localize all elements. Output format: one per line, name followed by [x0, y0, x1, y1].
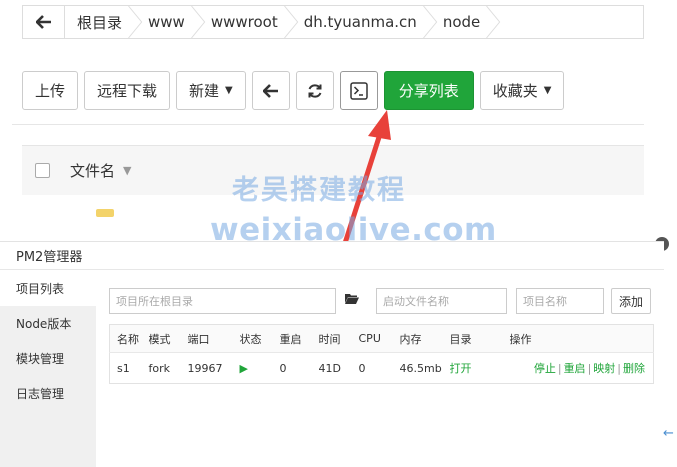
project-root-input[interactable]: [109, 288, 336, 314]
select-all-checkbox[interactable]: [35, 163, 50, 178]
col-restart: 重启: [279, 324, 319, 353]
cell-mode: fork: [148, 361, 171, 375]
separator: |: [617, 362, 621, 375]
sidebar-item-modules[interactable]: 模块管理: [0, 341, 96, 376]
arrow-left-icon: [35, 15, 51, 29]
separator: |: [557, 362, 562, 375]
col-time: 时间: [318, 324, 359, 353]
breadcrumb-item-root[interactable]: 根目录: [65, 6, 143, 38]
caret-down-icon: ▼: [225, 85, 233, 96]
remote-download-button[interactable]: 远程下载: [84, 71, 171, 110]
col-name: 名称: [109, 324, 149, 353]
pm2-manager-dialog: PM2管理器 项目列表 Node版本 模块管理 日志管理 添加 名称 模式 端口…: [0, 241, 664, 467]
arrow-left-icon: [262, 83, 278, 98]
delete-link[interactable]: 删除: [623, 362, 645, 375]
sidebar-item-node-version[interactable]: Node版本: [0, 306, 96, 341]
breadcrumb: 根目录 www wwwroot dh.tyuanma.cn node: [22, 5, 644, 39]
cell-port: 19967: [187, 361, 223, 375]
col-status: 状态: [239, 324, 280, 353]
breadcrumb-item-site[interactable]: dh.tyuanma.cn: [292, 6, 438, 38]
refresh-icon: [308, 83, 322, 98]
folder-open-icon[interactable]: [345, 293, 359, 304]
map-link[interactable]: 映射: [593, 362, 615, 375]
breadcrumb-item-node[interactable]: node: [431, 6, 501, 38]
new-button-label: 新建: [189, 82, 220, 100]
table-row: s1 fork 19967 ▶ 0 41D 0 46.5mb 打开 停止 | 重启 |…: [110, 353, 654, 384]
sort-icon[interactable]: ▼: [123, 164, 131, 177]
folder-icon: [96, 209, 114, 217]
project-table: 名称 模式 端口 状态 重启 时间 CPU 内存 目录 操作 s1 fork 1…: [109, 324, 654, 384]
col-port: 端口: [187, 324, 240, 353]
cell-time: 41D: [318, 361, 341, 375]
col-cpu: CPU: [358, 324, 400, 353]
back-button[interactable]: [251, 71, 290, 110]
col-memory: 内存: [399, 324, 450, 353]
col-dir: 目录: [449, 324, 510, 353]
filename-column-header[interactable]: 文件名: [70, 160, 115, 181]
separator: |: [587, 362, 592, 375]
cell-name: s1: [117, 361, 130, 375]
caret-down-icon: ▼: [543, 85, 552, 96]
col-actions: 操作: [509, 324, 654, 353]
new-button[interactable]: 新建 ▼: [176, 71, 246, 110]
stop-link[interactable]: 停止: [534, 362, 556, 375]
file-toolbar: 上传 远程下载 新建 ▼ 分享列表 收藏夹 ▼: [22, 71, 565, 110]
cell-status: ▶: [240, 353, 280, 384]
dialog-title: PM2管理器: [0, 242, 664, 270]
cell-actions: 停止 | 重启 | 映射 | 删除: [510, 353, 654, 384]
arrow-left-icon[interactable]: ←: [663, 426, 674, 441]
table-header-row: 名称 模式 端口 状态 重启 时间 CPU 内存 目录 操作: [109, 324, 654, 353]
cell-restart: 0: [279, 361, 287, 375]
sidebar-item-logs[interactable]: 日志管理: [0, 376, 96, 411]
startup-file-input[interactable]: [376, 288, 507, 314]
play-icon: ▶: [239, 361, 248, 375]
upload-button[interactable]: 上传: [22, 71, 79, 110]
pm2-sidebar: 项目列表 Node版本 模块管理 日志管理: [0, 271, 96, 467]
favorites-dropdown[interactable]: 收藏夹 ▼: [479, 71, 565, 110]
breadcrumb-item-www[interactable]: www: [136, 6, 206, 38]
cell-dir: 打开: [450, 353, 510, 384]
breadcrumb-back-button[interactable]: [23, 6, 65, 38]
project-name-input[interactable]: [516, 288, 604, 314]
col-mode: 模式: [148, 324, 188, 353]
favorites-label: 收藏夹: [492, 82, 538, 100]
cell-cpu: 0: [358, 361, 366, 375]
breadcrumb-separator: [486, 6, 501, 38]
watermark-title: 老吴搭建教程: [232, 175, 406, 206]
cell-memory: 46.5mb: [399, 361, 442, 375]
add-project-button[interactable]: 添加: [611, 288, 651, 314]
breadcrumb-item-wwwroot[interactable]: wwwroot: [199, 6, 298, 38]
breadcrumb-path-area[interactable]: [494, 6, 643, 38]
open-dir-link[interactable]: 打开: [450, 362, 472, 375]
restart-link[interactable]: 重启: [564, 362, 586, 375]
sidebar-item-projects[interactable]: 项目列表: [0, 271, 96, 306]
